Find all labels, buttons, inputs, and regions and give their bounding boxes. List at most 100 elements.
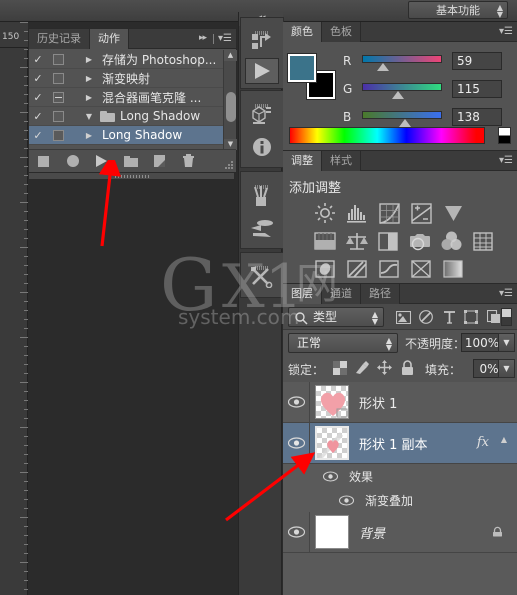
lock-image-icon[interactable] <box>353 360 371 378</box>
color-spectrum-ramp[interactable] <box>289 127 485 144</box>
layer-visibility-icon[interactable] <box>283 434 309 453</box>
lock-all-icon[interactable] <box>398 360 416 378</box>
group-grip[interactable] <box>241 91 283 108</box>
layer-thumbnail[interactable] <box>315 385 349 419</box>
chevron-down-icon[interactable]: ▼ <box>80 112 98 121</box>
workspace-selector[interactable]: 基本功能 ▲ ▼ <box>408 1 508 19</box>
foreground-color-swatch[interactable] <box>287 53 317 83</box>
channel-value-field[interactable]: 115 <box>452 80 502 98</box>
tool-presets-icon[interactable] <box>242 212 282 244</box>
layer-visibility-icon[interactable] <box>283 523 309 542</box>
smart-object-filter-icon[interactable] <box>486 309 502 325</box>
action-dialog-toggle[interactable] <box>53 129 64 141</box>
type-filter-icon[interactable] <box>441 309 457 325</box>
group-grip[interactable] <box>241 172 283 189</box>
chevron-right-icon[interactable]: ▶ <box>80 55 98 64</box>
brightness-contrast-icon[interactable] <box>309 200 341 226</box>
action-dialog-toggle[interactable] <box>53 110 64 122</box>
lock-transparency-icon[interactable] <box>331 360 349 378</box>
channel-slider-track[interactable] <box>362 55 442 63</box>
invert-icon[interactable] <box>309 256 341 282</box>
blend-mode-select[interactable]: 正常 ▲ ▼ <box>288 333 398 353</box>
table-row[interactable]: 形状 1 <box>283 382 517 423</box>
tab-swatches[interactable]: 色板 <box>322 22 361 42</box>
filter-toggle-icon[interactable] <box>501 308 512 326</box>
action-row[interactable]: ✓ ▼ Long Shadow <box>29 107 236 126</box>
chevron-up-icon[interactable]: ▲ <box>501 435 507 444</box>
group-grip[interactable] <box>241 253 283 270</box>
action-row[interactable]: ✓ ▶ 存储为 Photoshop... <box>29 50 236 69</box>
tab-actions[interactable]: 动作 <box>90 29 129 49</box>
color-balance-icon[interactable] <box>341 228 373 254</box>
info-icon[interactable] <box>242 131 282 163</box>
channel-slider-track[interactable] <box>362 83 442 91</box>
tab-adjustments[interactable]: 调整 <box>283 151 322 171</box>
action-row[interactable]: ✓ ▶ Long Shadow <box>29 126 236 145</box>
layer-thumbnail[interactable] <box>315 426 349 460</box>
gradient-map-icon[interactable] <box>437 256 469 282</box>
channel-value-field[interactable]: 138 <box>452 108 502 126</box>
panel-menu-icon[interactable]: ▾☰ <box>499 288 513 299</box>
black-white-icon[interactable] <box>372 228 404 254</box>
layer-thumbnail[interactable] <box>315 515 349 549</box>
action-dialog-toggle[interactable] <box>53 72 64 84</box>
action-row[interactable]: ✓ ▶ 渐变映射 <box>29 69 236 88</box>
action-enabled-check[interactable]: ✓ <box>29 110 47 123</box>
group-grip[interactable] <box>241 18 283 35</box>
delete-icon[interactable] <box>174 152 203 171</box>
levels-icon[interactable] <box>341 200 373 226</box>
action-enabled-check[interactable]: ✓ <box>29 129 47 142</box>
actions-list[interactable]: ✓ ▶ 存储为 Photoshop... ✓ ▶ 渐变映射 ✓ ▶ 混合器画笔克隆 ... ✓ ▼ L… <box>29 50 236 150</box>
panel-menu-icon[interactable]: ▾☰ <box>218 33 232 44</box>
selective-color-icon[interactable] <box>405 256 437 282</box>
scissors-tools-icon[interactable] <box>242 261 282 293</box>
effects-visibility-icon[interactable] <box>322 467 349 486</box>
posterize-icon[interactable] <box>341 256 373 282</box>
hue-saturation-icon[interactable] <box>309 228 341 254</box>
list-item[interactable]: 渐变叠加 <box>283 488 517 512</box>
curves-icon[interactable] <box>373 200 405 226</box>
layer-filter-kind-select[interactable]: 类型 ▲ ▼ <box>288 307 384 327</box>
play-action-icon[interactable] <box>245 58 279 84</box>
action-row[interactable]: ✓ ▶ 混合器画笔克隆 ... <box>29 88 236 107</box>
scrollbar-thumb[interactable] <box>226 92 236 122</box>
resize-grip[interactable] <box>225 161 233 169</box>
adjustment-filter-icon[interactable] <box>418 309 434 325</box>
photo-filter-icon[interactable] <box>404 228 436 254</box>
shape-filter-icon[interactable] <box>463 309 479 325</box>
channel-mixer-icon[interactable] <box>436 228 468 254</box>
panel-menu-icon[interactable]: ▾☰ <box>499 155 513 166</box>
layer-list-empty-area[interactable] <box>283 553 517 595</box>
tab-color[interactable]: 颜色 <box>283 22 322 42</box>
effect-visibility-icon[interactable] <box>338 491 365 510</box>
history-icon[interactable] <box>242 26 282 58</box>
3d-icon[interactable] <box>242 99 282 131</box>
new-set-icon[interactable] <box>116 152 145 171</box>
new-action-icon[interactable] <box>145 152 174 171</box>
action-dialog-toggle[interactable] <box>53 53 64 65</box>
play-icon[interactable] <box>87 152 116 171</box>
table-row[interactable]: 背景 <box>283 512 517 553</box>
panel-menu-icon[interactable]: ▾☰ <box>499 26 513 37</box>
layer-effects-badge[interactable]: fx <box>477 435 489 450</box>
brush-presets-icon[interactable] <box>242 180 282 212</box>
action-enabled-check[interactable]: ✓ <box>29 91 47 104</box>
tab-channels[interactable]: 通道 <box>322 284 361 304</box>
opacity-value[interactable]: 100% <box>461 333 503 352</box>
pixel-filter-icon[interactable] <box>395 309 411 325</box>
channel-slider-handle[interactable] <box>399 119 412 127</box>
actions-scrollbar[interactable]: ▲ ▼ <box>223 50 237 150</box>
opacity-dropdown-button[interactable]: ▼ <box>498 333 515 352</box>
chevron-right-icon[interactable]: ▶ <box>80 93 98 102</box>
collapse-icon[interactable]: ▸▸ <box>199 33 207 43</box>
scroll-up-icon[interactable]: ▲ <box>224 50 237 61</box>
lock-position-icon[interactable] <box>375 360 393 378</box>
tab-paths[interactable]: 路径 <box>361 284 400 304</box>
threshold-icon[interactable] <box>373 256 405 282</box>
channel-value-field[interactable]: 59 <box>452 52 502 70</box>
tab-styles[interactable]: 样式 <box>322 151 361 171</box>
layer-visibility-icon[interactable] <box>283 393 309 412</box>
white-black-swatches[interactable] <box>498 127 511 144</box>
action-dialog-toggle[interactable] <box>53 91 64 103</box>
channel-slider-track[interactable] <box>362 111 442 119</box>
